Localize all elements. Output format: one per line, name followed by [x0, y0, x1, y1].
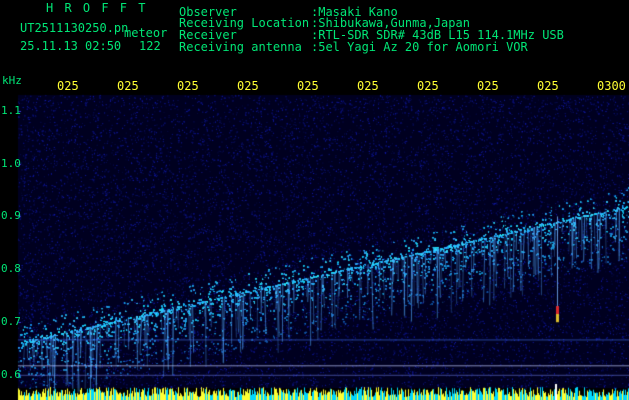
time-tick-label: 025	[537, 79, 559, 93]
y-tick-label: 0.8	[1, 262, 21, 276]
time-tick-label: 025	[57, 79, 79, 93]
y-tick-label: 0.6	[1, 367, 21, 381]
time-tick-label: 025	[177, 79, 199, 93]
spectrogram-waterfall	[0, 0, 629, 400]
y-tick-label: 0.7	[1, 315, 21, 328]
time-tick-label: 0300	[597, 79, 626, 93]
antenna-value: :5el Yagi Az 20 for Aomori VOR	[311, 40, 528, 54]
time-tick-label: 025	[357, 79, 379, 93]
y-tick-label: 1.1	[1, 103, 21, 117]
y-tick-label: 0.9	[1, 209, 21, 223]
time-tick-label: 025	[297, 79, 319, 93]
time-tick-label: 025	[117, 79, 139, 93]
time-tick-label: 025	[477, 79, 499, 93]
time-tick-label: 025	[417, 79, 439, 93]
y-unit-label: kHz	[2, 74, 22, 87]
antenna-label: Receiving antenna	[179, 40, 302, 54]
filename-label: UT2511130250.pn	[20, 21, 129, 35]
time-tick-label: 025	[237, 79, 259, 93]
datetime-label: 25.11.13 02:50	[20, 39, 122, 53]
brand-title: H R O F F T	[46, 1, 148, 15]
y-tick-label: 1.0	[1, 156, 21, 170]
count-label: 122	[139, 39, 161, 53]
mode-label: meteor	[124, 26, 168, 40]
